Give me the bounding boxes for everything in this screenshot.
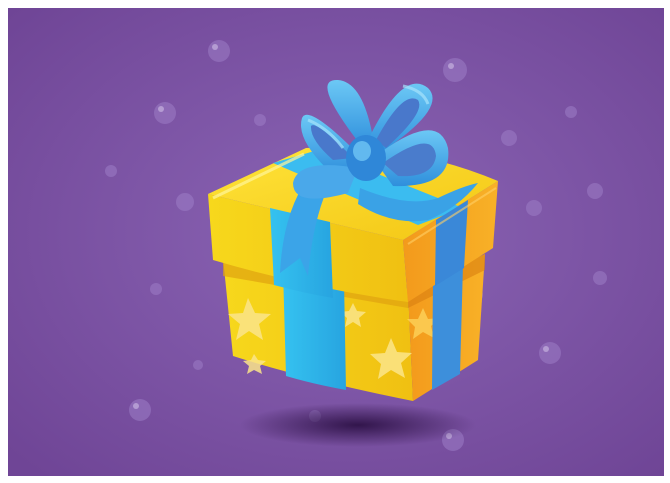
- bubble-icon: [539, 342, 561, 364]
- bubble-icon: [154, 102, 176, 124]
- bubble-icon: [193, 360, 203, 370]
- bubble-icon: [105, 165, 117, 177]
- bubble-icon: [129, 399, 151, 421]
- bubble-icon: [208, 40, 230, 62]
- bubble-icon: [254, 114, 266, 126]
- bubble-icon: [593, 271, 607, 285]
- bubble-icon: [150, 283, 162, 295]
- gift-illustration: [8, 8, 664, 476]
- bubble-icon: [526, 200, 542, 216]
- bubble-icon: [587, 183, 603, 199]
- illustration-frame: [8, 8, 664, 476]
- bubble-icon: [565, 106, 577, 118]
- gift-box-icon: [208, 147, 498, 401]
- bubble-icon: [501, 130, 517, 146]
- box-shadow: [240, 403, 476, 447]
- bubble-icon: [443, 58, 467, 82]
- bubble-icon: [176, 193, 194, 211]
